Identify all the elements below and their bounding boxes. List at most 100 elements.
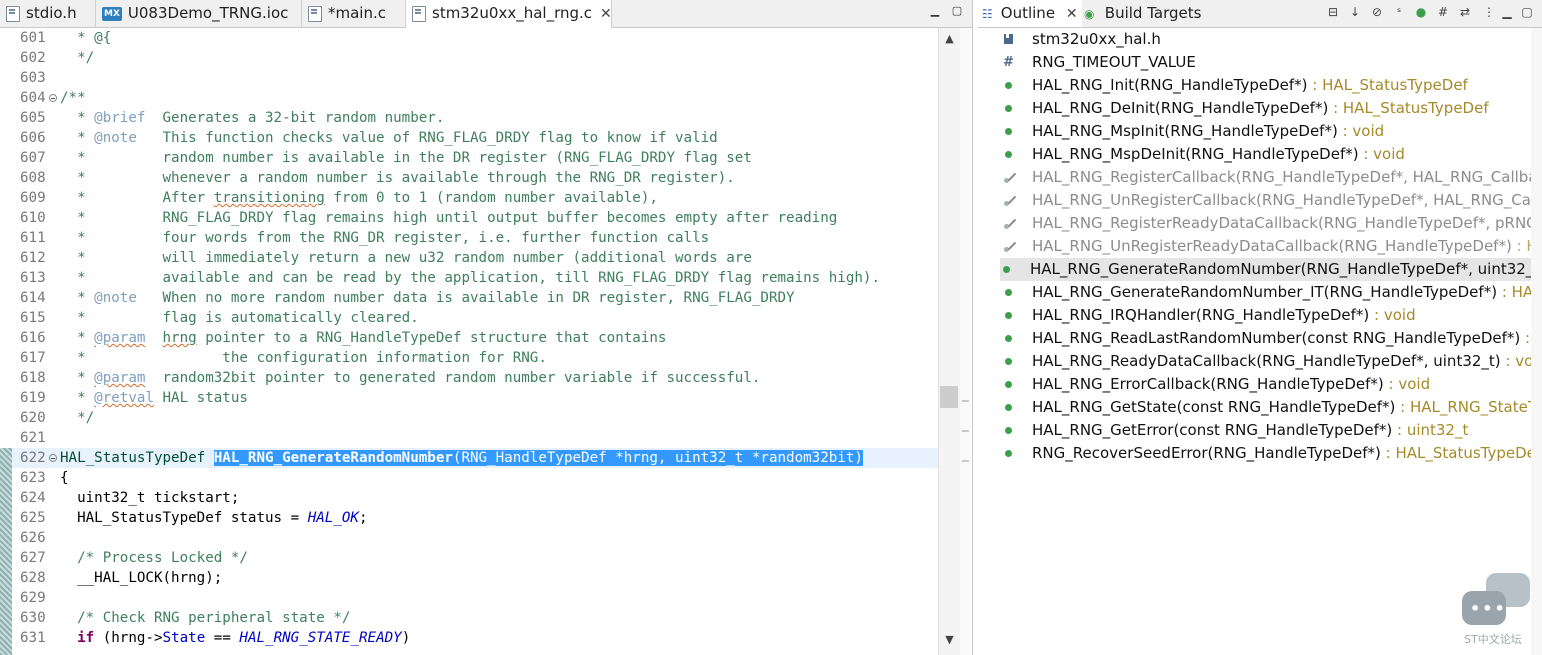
selected-text: (RNG_HandleTypeDef *hrng, uint32_t *rand… [452, 450, 863, 466]
code-area[interactable]: 601 * @{ 602 */ 603 604/** 605 * @brief … [12, 28, 938, 655]
outline-item-function[interactable]: HAL_RNG_Init(RNG_HandleTypeDef*) : HAL_S… [1002, 74, 1531, 97]
sort-icon[interactable]: ↓ [1348, 5, 1362, 19]
return-type: : void [1358, 145, 1405, 163]
line-number: 602 [20, 50, 46, 66]
outline-item-function[interactable]: HAL_RNG_ReadyDataCallback(RNG_HandleType… [1002, 350, 1531, 373]
line-number: 614 [20, 290, 46, 306]
tab-ioc[interactable]: MX U083Demo_TRNG.ioc [96, 0, 302, 27]
fold-toggle-icon[interactable] [49, 94, 57, 102]
function-icon [1005, 335, 1012, 342]
close-icon[interactable]: ✕ [600, 6, 612, 22]
outline-item-selected[interactable]: HAL_RNG_GenerateRandomNumber(RNG_HandleT… [1000, 258, 1531, 281]
minimize-icon[interactable]: ▁ [1500, 5, 1514, 19]
ruler-mark[interactable] [962, 430, 969, 432]
scroll-thumb[interactable] [940, 386, 958, 408]
outline-item-function[interactable]: HAL_RNG_GetError(const RNG_HandleTypeDef… [1002, 419, 1531, 442]
view-menu-icon[interactable]: ⋮ [1482, 5, 1496, 19]
function-icon [1005, 381, 1012, 388]
outline-item-include[interactable]: stm32u0xx_hal.h [1002, 28, 1531, 51]
link-with-editor-icon[interactable]: ⇄ [1458, 5, 1472, 19]
code-line: */ [60, 410, 95, 426]
collapse-all-icon[interactable]: ⊟ [1326, 5, 1340, 19]
code-line: * will immediately return a new u32 rand… [60, 250, 752, 266]
fold-toggle-icon[interactable] [49, 454, 57, 462]
maximize-icon[interactable]: ▢ [950, 4, 964, 18]
line-number: 618 [20, 370, 46, 386]
line-number: 621 [20, 430, 46, 446]
function-icon [1003, 266, 1010, 273]
outline-item-function[interactable]: HAL_RNG_ReadLastRandomNumber(const RNG_H… [1002, 327, 1531, 350]
watermark-label: ST中文论坛 [1464, 633, 1522, 646]
line-number: 616 [20, 330, 46, 346]
line-number: 617 [20, 350, 46, 366]
outline-item-label: HAL_RNG_GenerateRandomNumber_IT(RNG_Hand… [1032, 283, 1498, 301]
outline-item-function[interactable]: HAL_RNG_IRQHandler(RNG_HandleTypeDef*) :… [1002, 304, 1531, 327]
close-icon[interactable]: ✕ [1066, 6, 1078, 22]
tab-stdio-h[interactable]: stdio.h [0, 0, 96, 27]
code-line: * After transitioning from 0 to 1 (rando… [60, 190, 658, 206]
return-type: : void [1505, 352, 1531, 370]
change-marker [0, 448, 12, 655]
overview-ruler[interactable] [960, 28, 971, 655]
return-type: : uint32_t [1392, 421, 1469, 439]
outline-item-function[interactable]: HAL_RNG_DeInit(RNG_HandleTypeDef*) : HAL… [1002, 97, 1531, 120]
editor-vertical-scrollbar[interactable]: ▲ ▼ [938, 28, 960, 655]
code-line: HAL_StatusTypeDef HAL_RNG_GenerateRandom… [60, 450, 863, 466]
outline-item-function[interactable]: HAL_RNG_MspInit(RNG_HandleTypeDef*) : vo… [1002, 120, 1531, 143]
hide-macros-icon[interactable]: # [1436, 5, 1450, 19]
outline-scrollbar[interactable] [1531, 28, 1542, 655]
code-line: __HAL_LOCK(hrng); [60, 570, 223, 586]
line-number: 610 [20, 210, 46, 226]
tab-build-targets[interactable]: ◉ Build Targets [1084, 0, 1224, 27]
ruler-mark[interactable] [962, 460, 969, 462]
minimize-icon[interactable]: ▁ [928, 4, 942, 18]
c-file-icon [412, 5, 426, 22]
scroll-up-icon[interactable]: ▲ [939, 30, 960, 48]
tab-label: Build Targets [1104, 4, 1202, 22]
tab-main-c[interactable]: *main.c [302, 0, 406, 27]
line-number: 619 [20, 390, 46, 406]
code-line: HAL_StatusTypeDef status = HAL_OK; [60, 510, 368, 526]
return-type: : HA [1516, 237, 1531, 255]
tab-outline[interactable]: ☷ Outline ✕ [978, 0, 1082, 27]
mx-ioc-icon: MX [102, 6, 122, 21]
current-line: 622 HAL_StatusTypeDef HAL_RNG_GenerateRan… [12, 448, 938, 468]
code-line: * RNG_FLAG_DRDY flag remains high until … [60, 210, 838, 226]
inactive-function-icon [1002, 193, 1016, 207]
outline-item-inactive[interactable]: HAL_RNG_RegisterCallback(RNG_HandleTypeD… [1002, 166, 1531, 189]
outline-item-label: HAL_RNG_UnRegisterCallback(RNG_HandleTyp… [1032, 191, 1531, 209]
outline-item-label: HAL_RNG_ErrorCallback(RNG_HandleTypeDef*… [1032, 375, 1384, 393]
include-icon [1004, 34, 1013, 44]
outline-item-function[interactable]: HAL_RNG_MspDeInit(RNG_HandleTypeDef*) : … [1002, 143, 1531, 166]
hide-fields-icon[interactable]: ⊘ [1370, 5, 1384, 19]
function-icon [1005, 105, 1012, 112]
outline-item-function[interactable]: HAL_RNG_GetState(const RNG_HandleTypeDef… [1002, 396, 1531, 419]
build-targets-icon: ◉ [1084, 7, 1095, 21]
outline-item-inactive[interactable]: HAL_RNG_UnRegisterCallback(RNG_HandleTyp… [1002, 189, 1531, 212]
outline-item-function[interactable]: RNG_RecoverSeedError(RNG_HandleTypeDef*)… [1002, 442, 1531, 465]
outline-icon: ☷ [982, 7, 993, 21]
code-line: { [60, 470, 69, 486]
return-type: : HAL_StatusTypeDef [1328, 99, 1489, 117]
line-number: 620 [20, 410, 46, 426]
outline-tree[interactable]: stm32u0xx_hal.h # RNG_TIMEOUT_VALUE HAL_R… [978, 28, 1531, 655]
hide-static-icon[interactable]: ˢ [1392, 5, 1406, 19]
tab-label: *main.c [328, 4, 386, 22]
outline-item-macro[interactable]: # RNG_TIMEOUT_VALUE [1002, 51, 1531, 74]
tab-hal-rng-c[interactable]: stm32u0xx_hal_rng.c ✕ [406, 0, 612, 28]
hide-non-public-icon[interactable]: ● [1414, 5, 1428, 19]
outline-item-function[interactable]: HAL_RNG_GenerateRandomNumber_IT(RNG_Hand… [1002, 281, 1531, 304]
maximize-icon[interactable]: ▢ [1520, 5, 1534, 19]
scroll-down-icon[interactable]: ▼ [939, 631, 960, 649]
outline-item-inactive[interactable]: HAL_RNG_UnRegisterReadyDataCallback(RNG_… [1002, 235, 1531, 258]
outline-item-label: RNG_RecoverSeedError(RNG_HandleTypeDef*) [1032, 444, 1381, 462]
code-line: * @{ [60, 30, 112, 46]
spelling-warning: transitioning [213, 190, 325, 206]
function-icon [1005, 312, 1012, 319]
line-number: 612 [20, 250, 46, 266]
tab-label: stdio.h [26, 4, 77, 22]
outline-item-function[interactable]: HAL_RNG_ErrorCallback(RNG_HandleTypeDef*… [1002, 373, 1531, 396]
ruler-mark[interactable] [962, 400, 969, 402]
return-type: : u [1525, 329, 1531, 347]
outline-item-inactive[interactable]: HAL_RNG_RegisterReadyDataCallback(RNG_Ha… [1002, 212, 1531, 235]
